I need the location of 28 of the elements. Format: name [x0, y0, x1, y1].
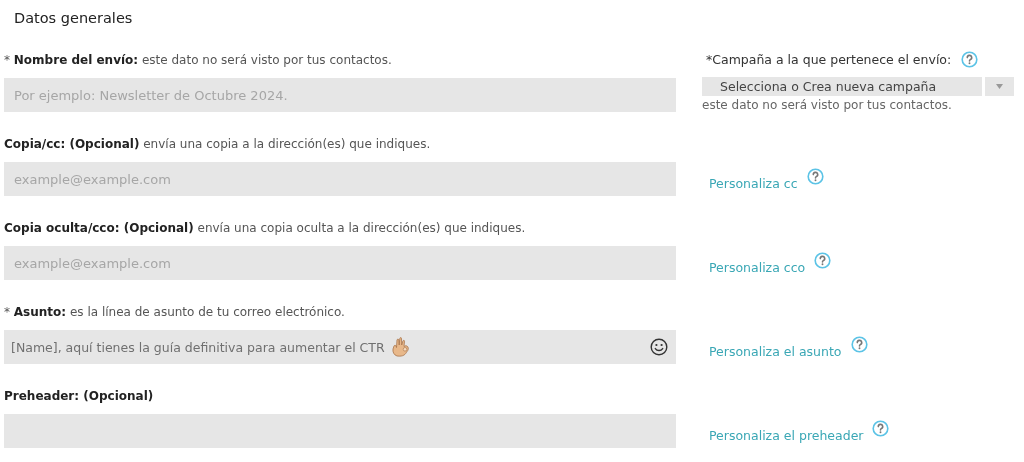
field-label: *Nombre del envío: este dato no será visto por tus contactos. — [4, 52, 392, 69]
section-title: Datos generales — [13, 9, 134, 28]
text-field[interactable]: example@example.com — [4, 162, 676, 196]
field-label: *Asunto: es la línea de asunto de tu correo electrónico. — [4, 304, 345, 321]
personalize-link[interactable]: Personaliza el preheader — [709, 427, 864, 443]
field-label: Copia/cc: (Opcional) envía una copia a la dirección(es) que indiques. — [4, 136, 431, 153]
subject-field[interactable]: [Name], aquí tienes la guía definitiva para aumentar el CTR — [4, 330, 676, 364]
text-field[interactable] — [4, 414, 676, 448]
campaign-label: *Campaña a la que pertenece el envío: — [706, 52, 952, 67]
campaign-dropdown[interactable]: Selecciona o Crea nueva campaña — [702, 77, 982, 96]
campaign-note: este dato no será visto por tus contactos. — [702, 98, 953, 112]
smiley-icon — [650, 338, 668, 356]
ok-hand-icon — [390, 336, 411, 358]
help-icon[interactable] — [961, 51, 979, 68]
help-icon[interactable] — [850, 336, 868, 353]
help-icon[interactable] — [806, 168, 824, 185]
personalize-link[interactable]: Personaliza el asunto — [709, 343, 842, 359]
personalize-link[interactable]: Personaliza cc — [709, 175, 798, 191]
personalize-link[interactable]: Personaliza cco — [709, 259, 806, 275]
text-field[interactable]: example@example.com — [4, 246, 676, 280]
dropdown-arrow-button[interactable] — [985, 77, 1014, 96]
help-icon[interactable] — [872, 420, 890, 437]
field-label: Copia oculta/cco: (Opcional) envía una copia oculta a la dirección(es) que indiques. — [4, 220, 526, 237]
field-label: Preheader: (Opcional) — [4, 388, 154, 405]
caret-icon — [996, 84, 1003, 89]
text-field[interactable]: Por ejemplo: Newsletter de Octubre 2024. — [4, 78, 676, 112]
emoji-button[interactable] — [648, 336, 670, 358]
help-icon[interactable] — [814, 252, 832, 269]
